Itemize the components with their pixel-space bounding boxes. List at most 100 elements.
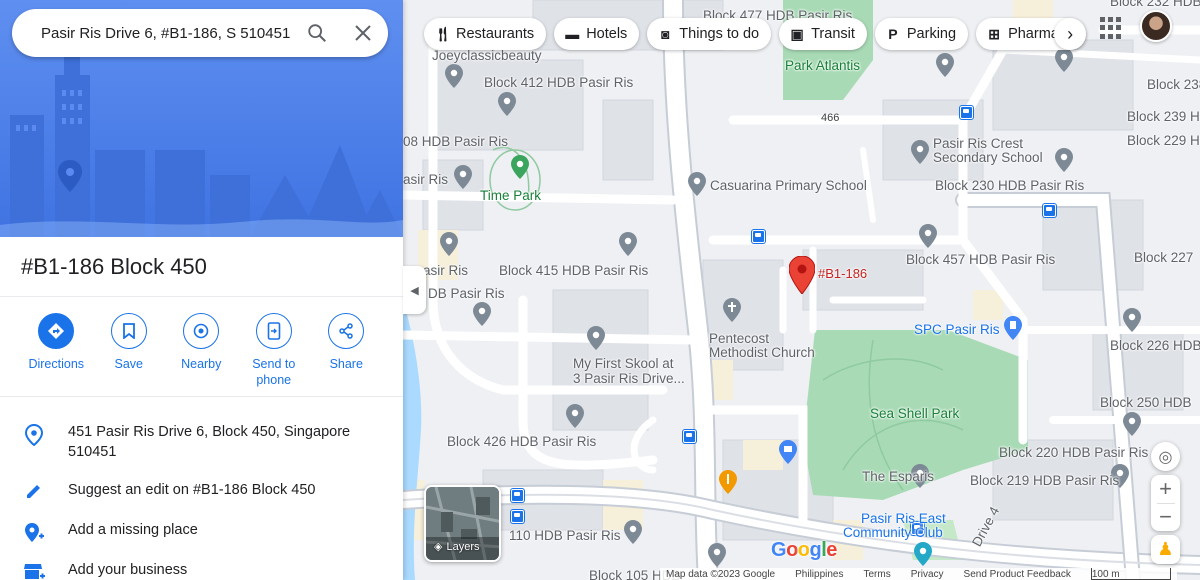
poi-pin-icon[interactable]: [914, 542, 932, 566]
feedback-link[interactable]: Send Product Feedback: [964, 568, 1071, 580]
poi-pin-icon[interactable]: [511, 155, 529, 179]
poi-pin-icon[interactable]: [688, 172, 706, 196]
map-label[interactable]: Time Park: [480, 188, 541, 203]
search-box[interactable]: Pasir Ris Drive 6, #B1-186, S 510451: [12, 9, 388, 57]
selected-place-label[interactable]: #B1-186: [818, 266, 867, 281]
search-input[interactable]: Pasir Ris Drive 6, #B1-186, S 510451: [41, 25, 294, 42]
layers-button[interactable]: ◈ Layers: [424, 485, 501, 562]
map-label[interactable]: Block 220 HDB Pasir Ris: [999, 445, 1148, 460]
map-label[interactable]: Block 230 HDB Pasir Ris: [935, 178, 1084, 193]
share-button[interactable]: Share: [310, 313, 383, 388]
map-label[interactable]: My First Skool at: [573, 356, 674, 371]
send-to-phone-button[interactable]: Send to phone: [238, 313, 311, 388]
search-button[interactable]: [294, 10, 340, 56]
address-row[interactable]: 451 Pasir Ris Drive 6, Block 450, Singap…: [0, 422, 403, 462]
bus-stop-icon[interactable]: [752, 230, 765, 243]
poi-pin-icon[interactable]: [1123, 412, 1141, 436]
poi-pin-icon[interactable]: [708, 543, 726, 567]
pegman-button[interactable]: ♟: [1151, 535, 1180, 564]
map-label[interactable]: Pasir Ris East: [861, 511, 946, 526]
bus-stop-icon[interactable]: [1043, 204, 1056, 217]
map-label[interactable]: Block 412 HDB Pasir Ris: [484, 75, 633, 90]
poi-pin-icon[interactable]: [454, 165, 472, 189]
map-label[interactable]: Secondary School: [933, 150, 1043, 165]
terms-link[interactable]: Terms: [864, 568, 891, 580]
scale-bar[interactable]: 100 m: [1090, 568, 1171, 580]
map-label[interactable]: 3 Pasir Ris Drive...: [573, 371, 685, 386]
map-label[interactable]: Block 227: [1134, 250, 1193, 265]
clear-search-button[interactable]: [340, 10, 386, 56]
map-label[interactable]: Block 457 HDB Pasir Ris: [906, 252, 1055, 267]
nearby-button[interactable]: Nearby: [165, 313, 238, 388]
country-link[interactable]: Philippines: [795, 568, 843, 580]
bus-stop-icon[interactable]: [960, 106, 973, 119]
poi-pin-icon[interactable]: [1055, 48, 1073, 72]
map-label[interactable]: 466: [821, 112, 839, 124]
map-label[interactable]: Block 250 HDB: [1100, 395, 1192, 410]
my-location-button[interactable]: ◎: [1151, 442, 1180, 471]
bus-stop-icon[interactable]: [511, 489, 524, 502]
chips-next-button[interactable]: ›: [1054, 18, 1087, 50]
map-label[interactable]: The Esparis: [862, 469, 934, 484]
zoom-out-button[interactable]: −: [1159, 504, 1172, 531]
map-label[interactable]: asir Ris: [403, 172, 448, 187]
map-label[interactable]: Joeyclassicbeauty: [432, 48, 542, 63]
save-button[interactable]: Save: [93, 313, 166, 388]
avatar[interactable]: [1140, 10, 1172, 42]
poi-pin-icon[interactable]: [919, 224, 937, 248]
selected-place-marker-icon[interactable]: [789, 256, 815, 294]
fuel-pin-icon[interactable]: [1004, 316, 1022, 340]
directions-button[interactable]: Directions: [20, 313, 93, 388]
poi-pin-icon[interactable]: [440, 232, 458, 256]
suggest-edit-row[interactable]: Suggest an edit on #B1-186 Block 450: [0, 480, 403, 500]
map-label[interactable]: Park Atlantis: [785, 58, 860, 73]
chip-restaurants[interactable]: 🍴︎ Restaurants: [424, 18, 547, 50]
church-pin-icon[interactable]: [723, 298, 741, 322]
map-label[interactable]: Block 232 HDB Pasir Ris: [1110, 0, 1200, 9]
chip-transit[interactable]: ▣ Transit: [779, 18, 867, 50]
poi-pin-icon[interactable]: [1055, 148, 1073, 172]
map-label[interactable]: Block 226 HDB: [1110, 338, 1200, 353]
poi-pin-icon[interactable]: [566, 404, 584, 428]
apps-grid-icon[interactable]: [1100, 17, 1122, 39]
map-label[interactable]: SPC Pasir Ris: [914, 322, 1000, 337]
zoom-in-button[interactable]: +: [1159, 475, 1172, 503]
restaurant-pin-icon[interactable]: [719, 470, 737, 494]
map-label[interactable]: Block 229 HD: [1127, 133, 1200, 148]
chip-parking[interactable]: P Parking: [874, 18, 969, 50]
poi-pin-icon[interactable]: [619, 232, 637, 256]
map-label[interactable]: Methodist Church: [709, 345, 815, 360]
map-label[interactable]: Pasir Ris Crest: [933, 136, 1023, 151]
map-label[interactable]: Block 238: [1147, 77, 1200, 92]
add-missing-place-row[interactable]: Add a missing place: [0, 520, 403, 544]
shopping-pin-icon[interactable]: [779, 440, 797, 464]
map-label[interactable]: Block 239 H: [1127, 109, 1200, 124]
map-label[interactable]: Block 415 HDB Pasir Ris: [499, 263, 648, 278]
poi-pin-icon[interactable]: [624, 520, 642, 544]
map-label[interactable]: DB Pasir Ris: [428, 286, 505, 301]
map-label[interactable]: Block 426 HDB Pasir Ris: [447, 434, 596, 449]
map-label[interactable]: Community Club: [843, 525, 943, 540]
chip-hotels[interactable]: ▬ Hotels: [554, 18, 640, 50]
poi-pin-icon[interactable]: [473, 302, 491, 326]
add-business-row[interactable]: Add your business: [0, 560, 403, 580]
map-canvas[interactable]: Joeyclassicbeauty Block 477 HDB Pasir Ri…: [403, 0, 1200, 580]
bus-stop-icon[interactable]: [683, 430, 696, 443]
poi-pin-icon[interactable]: [911, 140, 929, 164]
privacy-link[interactable]: Privacy: [911, 568, 944, 580]
map-label[interactable]: 08 HDB Pasir Ris: [403, 134, 508, 149]
poi-pin-icon[interactable]: [587, 326, 605, 350]
bus-stop-icon[interactable]: [511, 510, 524, 523]
map-label[interactable]: Sea Shell Park: [870, 406, 959, 421]
map-label[interactable]: 110 HDB Pasir Ris: [509, 528, 621, 543]
map-label[interactable]: Casuarina Primary School: [710, 178, 867, 193]
poi-pin-icon[interactable]: [498, 92, 516, 116]
map-label[interactable]: Pentecost: [709, 331, 769, 346]
poi-pin-icon[interactable]: [1123, 308, 1141, 332]
map-label[interactable]: asir Ris: [423, 263, 468, 278]
poi-pin-icon[interactable]: [445, 64, 463, 88]
map-label[interactable]: Block 219 HDB Pasir Ris: [970, 473, 1119, 488]
poi-pin-icon[interactable]: [936, 53, 954, 77]
collapse-panel-button[interactable]: ◀: [403, 266, 426, 314]
chip-things-to-do[interactable]: ◙ Things to do: [647, 18, 772, 50]
